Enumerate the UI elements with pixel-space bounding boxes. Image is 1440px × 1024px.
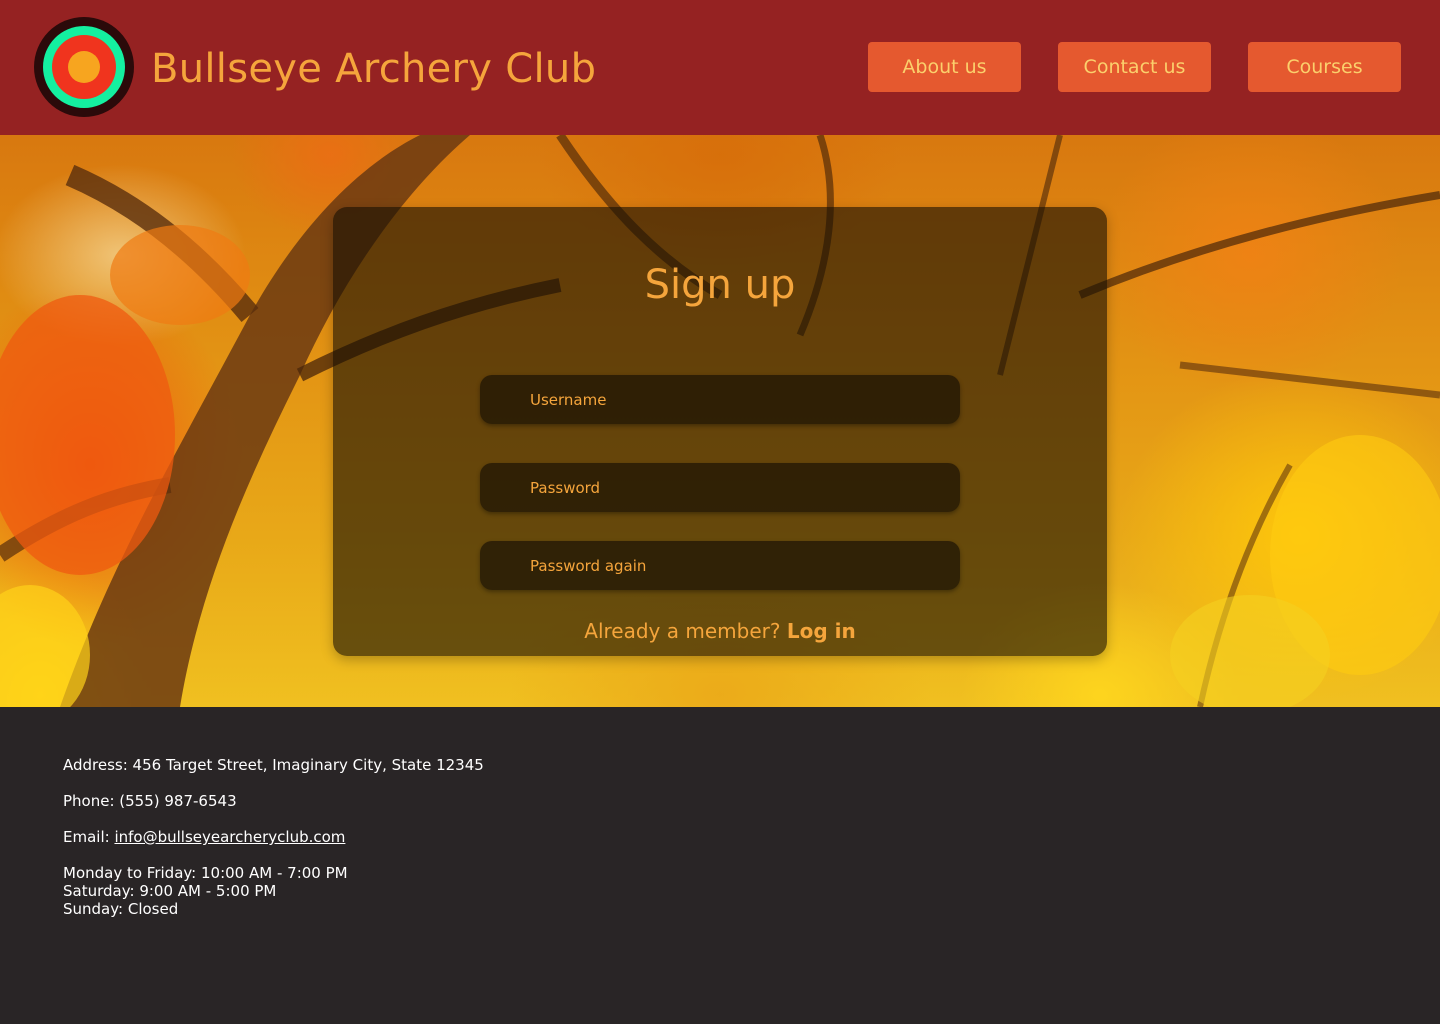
- footer-phone: Phone: (555) 987-6543: [63, 792, 237, 810]
- footer-address: Address: 456 Target Street, Imaginary Ci…: [63, 756, 484, 774]
- footer-email-label: Email:: [63, 828, 110, 846]
- signup-title: Sign up: [644, 262, 796, 308]
- site-title[interactable]: Bullseye Archery Club: [151, 44, 596, 94]
- footer-hours-sunday: Sunday: Closed: [63, 900, 179, 918]
- footer-hours-weekdays: Monday to Friday: 10:00 AM - 7:00 PM: [63, 864, 348, 882]
- password-input[interactable]: Password: [480, 463, 960, 512]
- target-logo-icon[interactable]: [34, 17, 134, 117]
- footer-hours-saturday: Saturday: 9:00 AM - 5:00 PM: [63, 882, 277, 900]
- password-again-input[interactable]: Password again: [480, 541, 960, 590]
- footer-email-link[interactable]: info@bullseyearcheryclub.com: [114, 828, 345, 846]
- about-us-button[interactable]: About us: [868, 42, 1021, 92]
- member-prompt-text: Already a member?: [584, 619, 781, 643]
- site-footer: Address: 456 Target Street, Imaginary Ci…: [0, 707, 1440, 1024]
- logo-bullseye-center: [68, 51, 100, 83]
- contact-us-button[interactable]: Contact us: [1058, 42, 1211, 92]
- login-prompt: Already a member? Log in: [0, 618, 1440, 644]
- site-header: Bullseye Archery Club About us Contact u…: [0, 0, 1440, 135]
- login-link[interactable]: Log in: [787, 619, 856, 643]
- footer-email: Email: info@bullseyearcheryclub.com: [63, 828, 345, 846]
- courses-button[interactable]: Courses: [1248, 42, 1401, 92]
- username-input[interactable]: Username: [480, 375, 960, 424]
